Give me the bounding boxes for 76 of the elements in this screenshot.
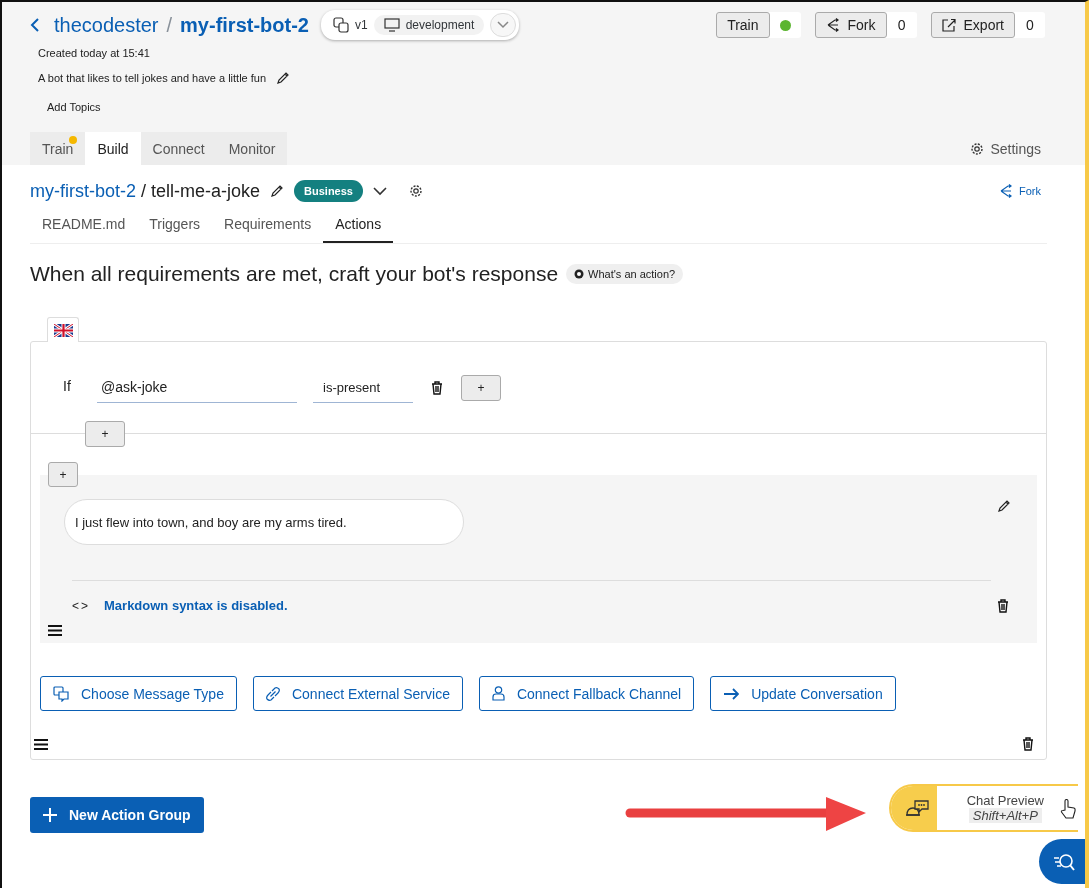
version-label: v1 bbox=[354, 18, 368, 32]
breadcrumb-separator: / bbox=[166, 13, 173, 37]
message-bubble[interactable]: I just flew into town, and boy are my arms tired. bbox=[64, 499, 464, 545]
tab[interactable]: Actions bbox=[323, 207, 394, 243]
language-tab[interactable] bbox=[47, 317, 79, 342]
fork-icon bbox=[999, 184, 1013, 198]
fork-link[interactable]: Fork bbox=[993, 183, 1047, 199]
menu-icon[interactable] bbox=[34, 738, 48, 750]
action-button[interactable]: Export bbox=[930, 12, 1015, 38]
tab[interactable]: Connect bbox=[140, 132, 217, 165]
export-icon bbox=[941, 18, 956, 32]
operator-field[interactable]: is-present bbox=[313, 372, 413, 403]
settings-icon[interactable] bbox=[409, 184, 423, 198]
bot-chat-icon bbox=[904, 799, 929, 817]
arrow-right-icon bbox=[723, 687, 740, 700]
add-button[interactable]: + bbox=[48, 462, 78, 487]
add-topics-button[interactable]: Add Topics bbox=[47, 101, 101, 113]
flag-icon bbox=[53, 323, 73, 337]
section-heading: When all requirements are met, craft your bot's response bbox=[30, 262, 559, 286]
fork-icon bbox=[825, 18, 840, 32]
tab[interactable]: Train bbox=[30, 132, 86, 165]
add-button[interactable]: + bbox=[85, 421, 125, 447]
action-button[interactable]: Train bbox=[716, 12, 770, 38]
tab[interactable]: Monitor bbox=[216, 132, 288, 165]
chevron-down-icon bbox=[497, 21, 510, 29]
tab[interactable]: README.md bbox=[30, 207, 138, 243]
markdown-toggle[interactable]: <> bbox=[72, 598, 90, 613]
action-button[interactable]: Update Conversation bbox=[710, 676, 896, 711]
pencil-icon[interactable] bbox=[997, 499, 1011, 513]
chat-preview-button[interactable]: Chat Preview Shift+Alt+P bbox=[888, 784, 1078, 832]
link-icon bbox=[265, 686, 280, 701]
markdown-note: Markdown syntax is disabled. bbox=[104, 598, 288, 614]
search-chat-button[interactable] bbox=[1039, 839, 1085, 884]
chat-icon bbox=[53, 685, 69, 702]
count-label: 0 bbox=[1025, 17, 1035, 33]
search-icon bbox=[1053, 852, 1075, 871]
version-selector[interactable]: v1 development bbox=[320, 10, 520, 40]
menu-icon[interactable] bbox=[48, 624, 62, 636]
count-label: 0 bbox=[896, 17, 907, 33]
pointer-hand-icon bbox=[1060, 799, 1076, 819]
tab[interactable]: Requirements bbox=[212, 207, 324, 243]
bot-name: my-first-bot-2 bbox=[180, 13, 309, 37]
versions-icon bbox=[332, 17, 349, 33]
bot-link[interactable]: my-first-bot-2 bbox=[30, 180, 136, 202]
tab[interactable]: Triggers bbox=[137, 207, 213, 243]
trash-icon[interactable] bbox=[1022, 737, 1034, 751]
skill-name: tell-me-a-joke bbox=[151, 180, 261, 202]
shortcut-label: Shift+Alt+P bbox=[968, 808, 1042, 823]
description-text: A bot that likes to tell jokes and have a little fun bbox=[38, 72, 267, 84]
add-button[interactable]: + bbox=[461, 374, 501, 401]
action-button[interactable]: Connect Fallback Channel bbox=[478, 676, 695, 711]
environment-label: development bbox=[405, 18, 475, 32]
person-icon bbox=[491, 686, 505, 701]
pencil-icon[interactable] bbox=[276, 71, 291, 85]
action-button[interactable]: Fork bbox=[814, 12, 887, 38]
trash-icon[interactable] bbox=[431, 380, 443, 395]
back-icon[interactable] bbox=[30, 18, 40, 32]
tab[interactable]: Build bbox=[85, 132, 141, 165]
pencil-icon[interactable] bbox=[270, 184, 285, 198]
help-icon bbox=[574, 269, 585, 279]
if-label: If bbox=[63, 377, 72, 394]
monitor-icon bbox=[383, 18, 400, 32]
help-chip[interactable]: What's an action? bbox=[566, 264, 684, 284]
plus-icon bbox=[43, 808, 57, 822]
entity-field[interactable]: @ask-joke bbox=[97, 372, 297, 403]
action-button[interactable]: Choose Message Type bbox=[40, 676, 237, 711]
action-button[interactable]: Connect External Service bbox=[252, 676, 463, 711]
new-action-group-button[interactable]: New Action Group bbox=[30, 797, 204, 833]
skill-type-badge: Business bbox=[294, 180, 363, 202]
trash-icon[interactable] bbox=[997, 598, 1009, 613]
created-label: Created today at 15:41 bbox=[38, 47, 151, 59]
breadcrumb-separator: / bbox=[141, 180, 147, 202]
owner-link[interactable]: thecodester bbox=[54, 13, 159, 37]
chevron-down-icon[interactable] bbox=[373, 186, 387, 196]
settings-button[interactable]: Settings bbox=[964, 132, 1047, 165]
settings-icon bbox=[970, 141, 985, 156]
